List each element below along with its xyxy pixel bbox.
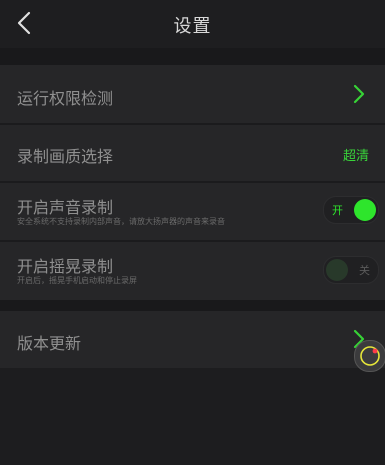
settings-item-recording-quality[interactable]: 录制画质选择 超清: [0, 125, 385, 181]
floating-assist-icon: [360, 346, 380, 366]
settings-item-label: 开启声音录制: [17, 198, 114, 217]
settings-item-label: 运行权限检测: [17, 89, 114, 108]
section-gap: [0, 300, 385, 311]
settings-item-description: 开启后，摇晃手机启动和停止录屏: [17, 276, 137, 285]
toggle-knob: [354, 199, 376, 221]
shake-recording-toggle[interactable]: 关: [323, 256, 379, 284]
toggle-knob: [326, 259, 348, 281]
section-gap: [0, 48, 385, 65]
settings-item-permission-check[interactable]: 运行权限检测: [0, 65, 385, 123]
settings-item-sound-recording: 开启声音录制 安全系统不支持录制内部声音，请放大扬声器的声音来录音 开: [0, 183, 385, 240]
toggle-label: 开: [332, 204, 343, 217]
settings-item-description: 安全系统不支持录制内部声音，请放大扬声器的声音来录音: [17, 217, 225, 226]
sound-recording-toggle[interactable]: 开: [323, 196, 379, 224]
chevron-right-icon: [353, 84, 365, 104]
quality-value: 超清: [342, 149, 369, 164]
empty-area: [0, 368, 385, 465]
settings-item-version-update[interactable]: 版本更新: [0, 311, 385, 368]
top-bar: 设置: [0, 0, 385, 48]
toggle-label: 关: [359, 264, 370, 277]
settings-item-label: 版本更新: [17, 334, 82, 353]
settings-item-label: 录制画质选择: [17, 147, 114, 166]
settings-item-shake-recording: 开启摇晃录制 开启后，摇晃手机启动和停止录屏 关: [0, 242, 385, 300]
floating-record-button[interactable]: [354, 340, 385, 372]
page-title: 设置: [173, 16, 212, 37]
settings-item-label: 开启摇晃录制: [17, 257, 114, 276]
